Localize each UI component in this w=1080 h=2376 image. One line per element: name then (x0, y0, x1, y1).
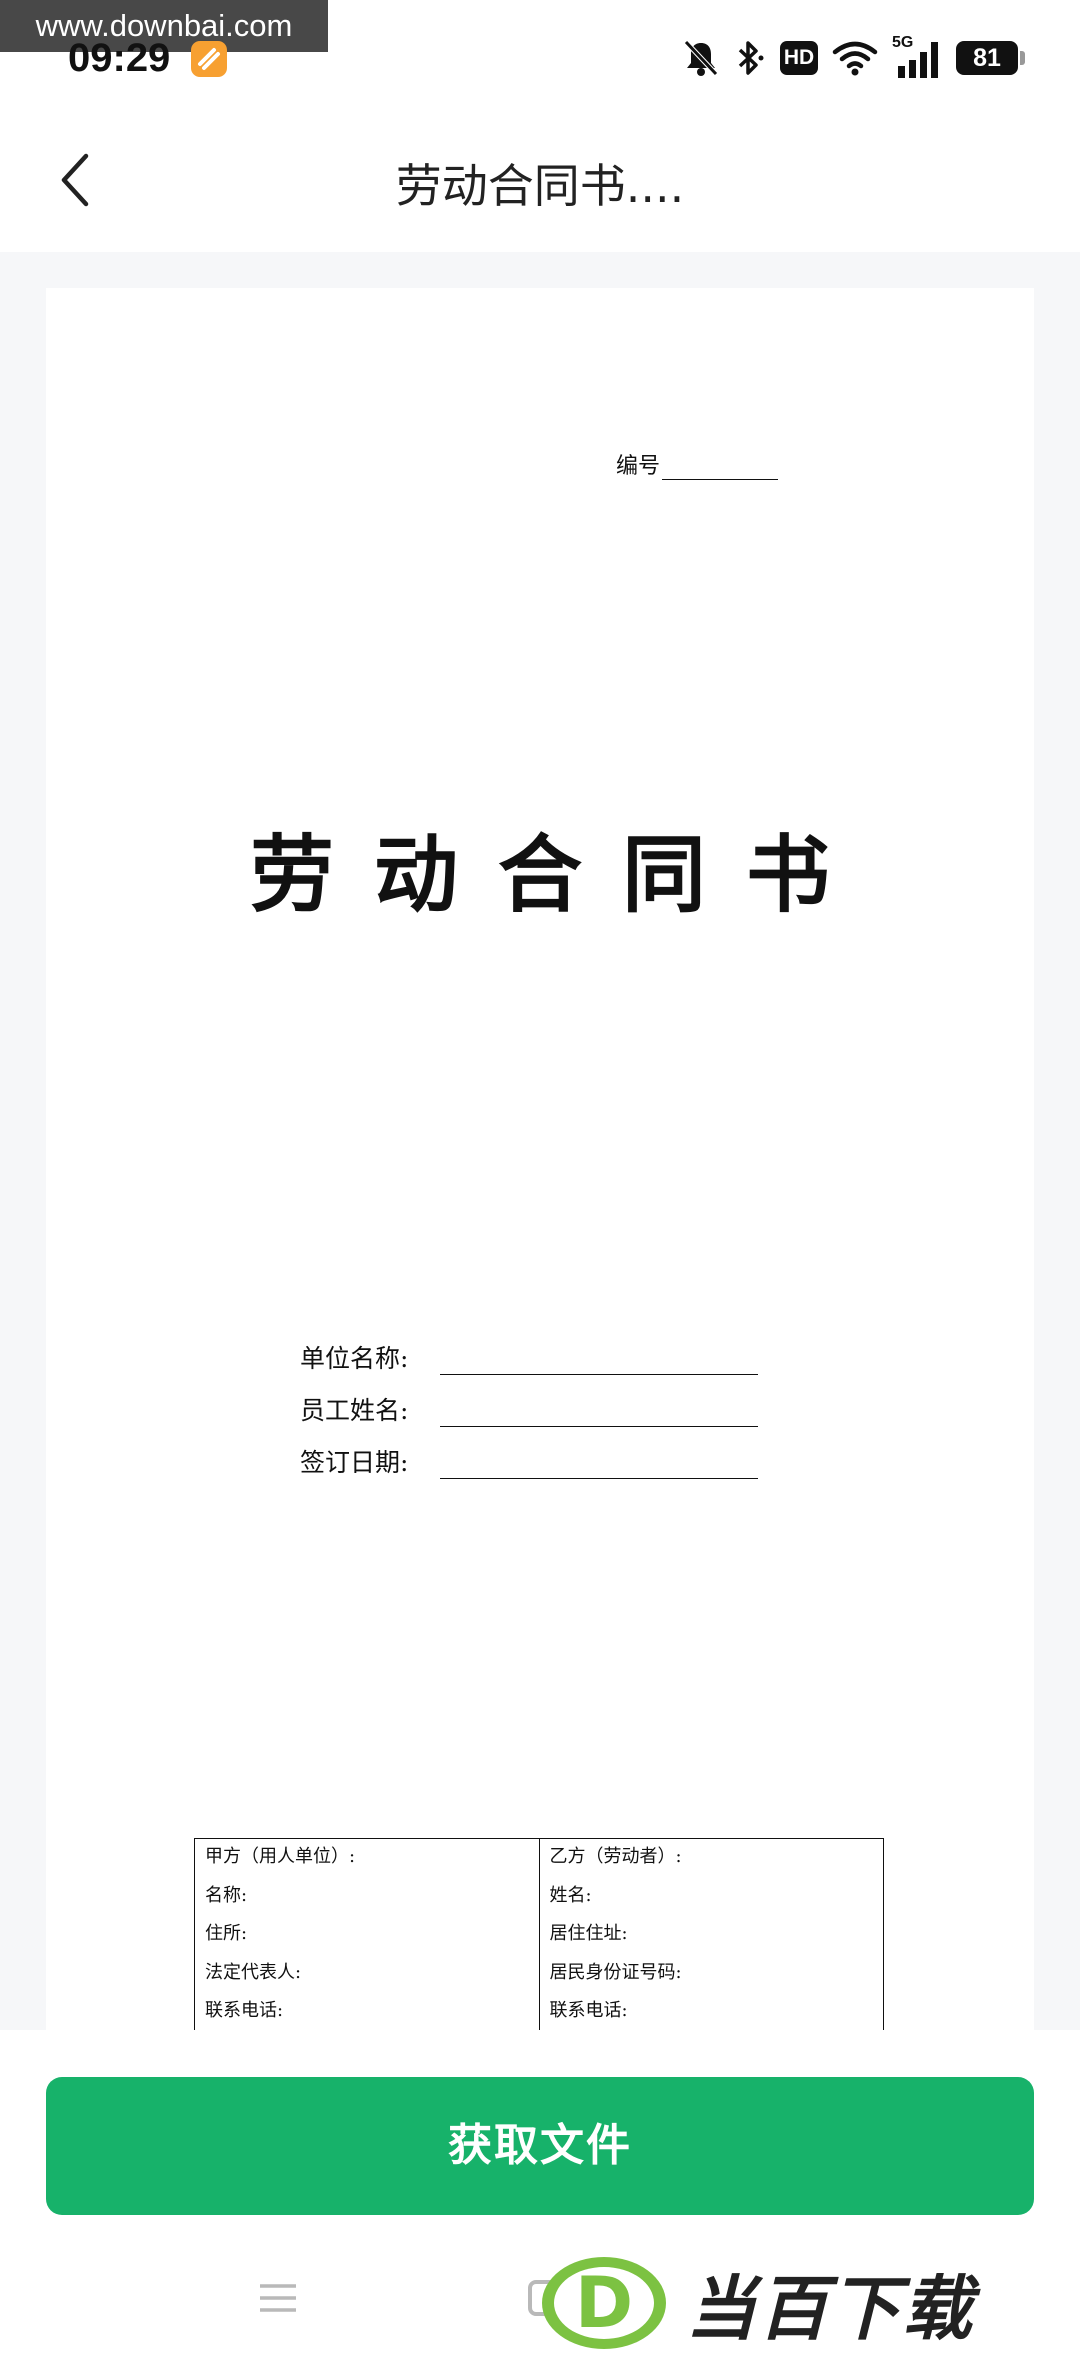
brand-watermark: D 当百下载 (538, 2250, 1068, 2356)
party-b-row: 居民身份证号码: (549, 1961, 682, 1983)
party-b-row: 居住住址: (549, 1923, 628, 1944)
status-bar: www.downbai.com 09:29 HD 5G 81 (0, 0, 1080, 110)
info-blank-line (440, 1452, 758, 1479)
party-a-row: 联系电话: (205, 2000, 284, 2021)
nav-bar: 劳动合同书.... (0, 110, 1080, 252)
info-row-employee: 员工姓名: (300, 1375, 758, 1427)
party-a-header: 甲方（用人单位）: (205, 1846, 356, 1867)
battery-indicator: 81 (956, 41, 1025, 75)
party-a-row: 住所: (205, 1923, 248, 1944)
document-number: 编号 (616, 448, 779, 480)
document-number-line (662, 457, 779, 480)
document-title: 劳动合同书 (249, 825, 870, 924)
wifi-icon (832, 41, 878, 76)
party-b-cell: 乙方（劳动者）: 姓名: 居住住址: 居民身份证号码: 联系电话: (538, 1838, 884, 2045)
brand-logo-icon: D (542, 2257, 666, 2349)
document-preview[interactable]: 编号 劳动合同书 单位名称: 员工姓名: 签订日期: 甲方（用人单位）: 名称:… (0, 252, 1080, 2045)
hd-badge: HD (780, 41, 818, 75)
info-label: 签订日期: (300, 1448, 409, 1477)
bluetooth-icon (738, 41, 764, 75)
chevron-left-icon (61, 153, 89, 207)
brand-logo-letter: D (575, 2262, 633, 2344)
party-a-row: 名称: (205, 1884, 248, 1906)
brand-name: 当百下载 (686, 2267, 974, 2350)
status-icons: HD 5G 81 (682, 34, 1025, 80)
page-title: 劳动合同书.... (395, 159, 685, 213)
document-page: 编号 劳动合同书 单位名称: 员工姓名: 签订日期: 甲方（用人单位）: 名称:… (46, 288, 1034, 2045)
back-button[interactable] (36, 140, 116, 220)
info-blank-line (440, 1348, 758, 1375)
cellular-signal: 5G (892, 34, 942, 80)
info-label: 单位名称: (300, 1344, 409, 1373)
info-fields: 单位名称: 员工姓名: 签订日期: (300, 1323, 758, 1479)
app-notification-icon (191, 41, 227, 77)
info-blank-line (440, 1400, 758, 1427)
mute-bell-icon (684, 40, 718, 76)
party-table: 甲方（用人单位）: 名称: 住所: 法定代表人: 联系电话: 乙方（劳动者）: … (194, 1838, 884, 2045)
party-a-row: 法定代表人: (205, 1961, 302, 1983)
party-a-cell: 甲方（用人单位）: 名称: 住所: 法定代表人: 联系电话: (194, 1838, 540, 2045)
party-b-header: 乙方（劳动者）: (549, 1846, 682, 1867)
party-b-row: 姓名: (549, 1884, 592, 1906)
info-row-date: 签订日期: (300, 1427, 758, 1479)
get-file-button[interactable]: 获取文件 (46, 2077, 1034, 2215)
signal-icon (898, 42, 938, 78)
party-b-row: 联系电话: (549, 2000, 628, 2021)
info-label: 员工姓名: (300, 1396, 409, 1425)
document-number-label: 编号 (616, 454, 661, 479)
menu-icon[interactable] (258, 2278, 298, 2318)
info-row-company: 单位名称: (300, 1323, 758, 1375)
status-time: 09:29 (68, 36, 171, 80)
